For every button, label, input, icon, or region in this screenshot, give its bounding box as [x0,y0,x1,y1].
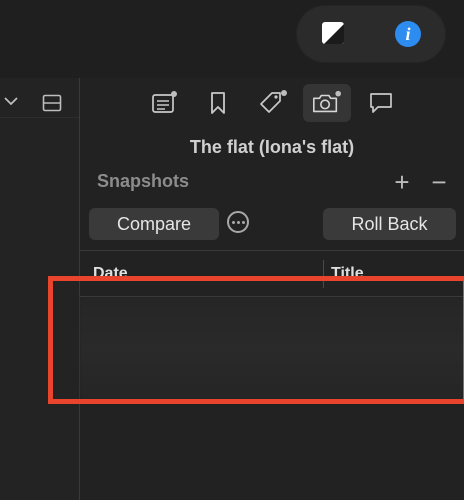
highlight-annotation [48,276,464,404]
snapshots-heading: Snapshots [97,171,190,191]
camera-icon [313,90,341,113]
bookmarks-tab[interactable] [203,88,233,118]
document-icon [152,91,177,113]
add-snapshot-button[interactable]: + [391,169,413,195]
remove-snapshot-button[interactable]: − [428,169,450,195]
compare-button[interactable]: Compare [89,208,219,240]
roll-back-button[interactable]: Roll Back [323,208,456,240]
comments-tab[interactable] [366,88,396,118]
table-top-border [80,250,464,251]
comment-icon [370,93,392,113]
document-tab[interactable] [149,88,179,118]
document-title: The flat (Iona's flat) [189,137,355,157]
contrast-icon[interactable] [321,21,345,45]
snapshots-tab[interactable] [311,88,341,118]
bookmark-icon [211,92,225,114]
split-view-icon[interactable] [42,94,62,112]
chevron-down-icon[interactable] [2,92,20,110]
toolbar-button-group [296,5,446,63]
info-icon[interactable]: i [395,21,421,47]
tags-tab[interactable] [257,88,287,118]
tag-icon [260,90,287,113]
more-options-icon[interactable] [227,211,249,233]
sidebar-separator [0,117,79,118]
